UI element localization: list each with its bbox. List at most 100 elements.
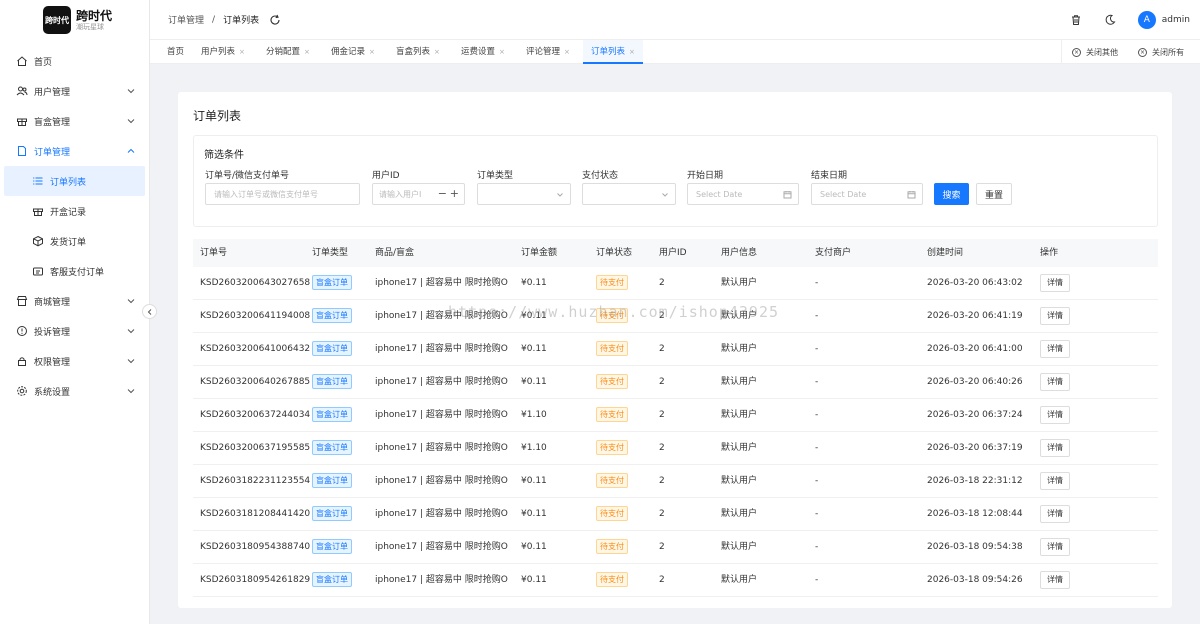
calendar-icon xyxy=(907,191,916,199)
tab-close-icon[interactable]: × xyxy=(499,48,505,56)
sidebar-item-shipping-orders[interactable]: 发货订单 xyxy=(0,226,149,256)
moon-icon[interactable] xyxy=(1104,14,1116,26)
close-others-button[interactable]: × 关闭其他 xyxy=(1072,47,1118,58)
detail-button[interactable]: 详情 xyxy=(1040,406,1070,424)
merchant-cell: - xyxy=(815,476,819,486)
tab-close-icon[interactable]: × xyxy=(564,48,570,56)
order-number-cell: KSD2603180954261829 xyxy=(200,575,311,585)
user-info-cell: 默认用户 xyxy=(721,542,758,552)
alert-icon xyxy=(16,325,28,337)
sidebar-item-orders[interactable]: 订单管理 xyxy=(0,136,149,166)
tab-close-icon[interactable]: × xyxy=(239,48,245,56)
reset-button[interactable]: 重置 xyxy=(976,183,1012,205)
created-time-cell: 2026-03-18 09:54:38 xyxy=(927,542,1023,552)
tab-commission[interactable]: 佣金记录 × xyxy=(331,40,375,64)
end-date-picker[interactable]: Select Date xyxy=(811,183,923,205)
pay-status-select[interactable] xyxy=(582,183,676,205)
increment-button[interactable]: + xyxy=(450,187,459,200)
sidebar-item-mall[interactable]: 商城管理 xyxy=(0,286,149,316)
tab-close-icon[interactable]: × xyxy=(434,48,440,56)
sidebar-item-settings[interactable]: 系统设置 xyxy=(0,376,149,406)
filter-title: 筛选条件 xyxy=(204,150,244,161)
logo-title: 跨时代 xyxy=(76,8,113,23)
sidebar-item-complaints[interactable]: 投诉管理 xyxy=(0,316,149,346)
close-all-button[interactable]: × 关闭所有 xyxy=(1138,47,1184,58)
detail-button-cell: 详情 xyxy=(1040,333,1070,366)
sidebar-item-open-records[interactable]: 开盒记录 xyxy=(0,196,149,226)
status-badge-cell: 待支付 xyxy=(596,399,628,432)
tab-home[interactable]: 首页 xyxy=(167,40,184,64)
table-row: KSD2603200637244034 盲盒订单 iphone17 | 超容易中 限… xyxy=(193,399,1158,432)
sidebar-item-service-pay-orders[interactable]: 客服支付订单 xyxy=(0,256,149,286)
users-icon xyxy=(16,85,28,97)
order-type-badge-cell: 盲盒订单 xyxy=(312,432,352,465)
breadcrumb-item[interactable]: 订单管理 xyxy=(168,13,204,26)
start-date-placeholder: Select Date xyxy=(696,189,743,199)
created-time-cell: 2026-03-20 06:37:19 xyxy=(927,443,1023,453)
tab-comments[interactable]: 评论管理 × xyxy=(526,40,570,64)
order-number-cell: KSD2603200641194008 xyxy=(200,311,311,321)
tab-close-icon[interactable]: × xyxy=(629,48,635,56)
logo[interactable]: 跨时代 跨时代 潮玩星球 xyxy=(0,0,149,40)
detail-button[interactable]: 详情 xyxy=(1040,307,1070,325)
order-type-badge: 盲盒订单 xyxy=(312,473,352,488)
orders-table: 订单号 订单类型 商品/盲盒 订单金额 订单状态 用户ID 用户信息 支付商户 … xyxy=(193,239,1158,597)
tabs-bar: 首页 用户列表 × 分销配置 × 佣金记录 × 盲盒列表 × 运费设置 × 评论管理 × 订… xyxy=(150,40,1200,64)
tab-blindbox-list[interactable]: 盲盒列表 × xyxy=(396,40,440,64)
user-info-cell: 默认用户 xyxy=(721,575,758,585)
decrement-button[interactable]: − xyxy=(438,187,447,200)
tab-order-list[interactable]: 订单列表 × xyxy=(583,40,643,64)
status-badge-cell: 待支付 xyxy=(596,267,628,300)
user-id-stepper[interactable]: 请输入用户I − + xyxy=(372,183,465,205)
start-date-picker[interactable]: Select Date xyxy=(687,183,799,205)
merchant-cell: - xyxy=(815,509,819,519)
user-menu[interactable]: A admin xyxy=(1137,11,1190,29)
sidebar-item-blindbox[interactable]: 盲盒管理 xyxy=(0,106,149,136)
tab-label: 运费设置 xyxy=(461,47,496,57)
user-id-cell: 2 xyxy=(659,509,665,519)
sidebar-item-users[interactable]: 用户管理 xyxy=(0,76,149,106)
sidebar-item-order-list[interactable]: 订单列表 xyxy=(4,166,145,196)
tab-shipping-fee[interactable]: 运费设置 × xyxy=(461,40,505,64)
order-no-input[interactable]: 请输入订单号或微信支付单号 xyxy=(205,183,360,205)
detail-button[interactable]: 详情 xyxy=(1040,439,1070,457)
status-badge-cell: 待支付 xyxy=(596,432,628,465)
detail-button[interactable]: 详情 xyxy=(1040,274,1070,292)
tab-user-list[interactable]: 用户列表 × xyxy=(201,40,245,64)
sidebar-item-permissions[interactable]: 权限管理 xyxy=(0,346,149,376)
sidebar-collapse-button[interactable] xyxy=(142,304,157,319)
user-id-cell: 2 xyxy=(659,542,665,552)
detail-button-cell: 详情 xyxy=(1040,465,1070,498)
merchant-cell: - xyxy=(815,542,819,552)
merchant-cell: - xyxy=(815,575,819,585)
detail-button[interactable]: 详情 xyxy=(1040,373,1070,391)
order-type-badge: 盲盒订单 xyxy=(312,407,352,422)
tab-close-icon[interactable]: × xyxy=(304,48,310,56)
detail-button[interactable]: 详情 xyxy=(1040,538,1070,556)
created-time-cell: 2026-03-20 06:41:00 xyxy=(927,344,1023,354)
detail-button[interactable]: 详情 xyxy=(1040,340,1070,358)
order-no-label: 订单号/微信支付单号 xyxy=(205,171,290,181)
tab-close-icon[interactable]: × xyxy=(369,48,375,56)
search-button[interactable]: 搜索 xyxy=(934,183,969,205)
trash-icon[interactable] xyxy=(1070,14,1082,26)
order-number-cell: KSD2603180954388740 xyxy=(200,542,311,552)
amount-cell: ¥0.11 xyxy=(521,311,547,321)
product-cell: iphone17 | 超容易中 限时抢购O xyxy=(375,344,508,354)
table-row: KSD2603200641006432 盲盒订单 iphone17 | 超容易中 限… xyxy=(193,333,1158,366)
detail-button[interactable]: 详情 xyxy=(1040,571,1070,589)
order-type-badge-cell: 盲盒订单 xyxy=(312,333,352,366)
order-type-badge: 盲盒订单 xyxy=(312,572,352,587)
order-number-cell: KSD2603182231123554 xyxy=(200,476,311,486)
refresh-icon[interactable] xyxy=(269,14,281,26)
sidebar-item-label: 系统设置 xyxy=(34,387,71,398)
detail-button[interactable]: 详情 xyxy=(1040,505,1070,523)
order-type-select[interactable] xyxy=(477,183,571,205)
sidebar-item-label: 首页 xyxy=(34,57,53,68)
tab-distribution[interactable]: 分销配置 × xyxy=(266,40,310,64)
status-badge-cell: 待支付 xyxy=(596,465,628,498)
status-badge: 待支付 xyxy=(596,407,628,422)
sidebar-item-home[interactable]: 首页 xyxy=(0,46,149,76)
detail-button[interactable]: 详情 xyxy=(1040,472,1070,490)
table-row: KSD2603200637195585 盲盒订单 iphone17 | 超容易中 限… xyxy=(193,432,1158,465)
